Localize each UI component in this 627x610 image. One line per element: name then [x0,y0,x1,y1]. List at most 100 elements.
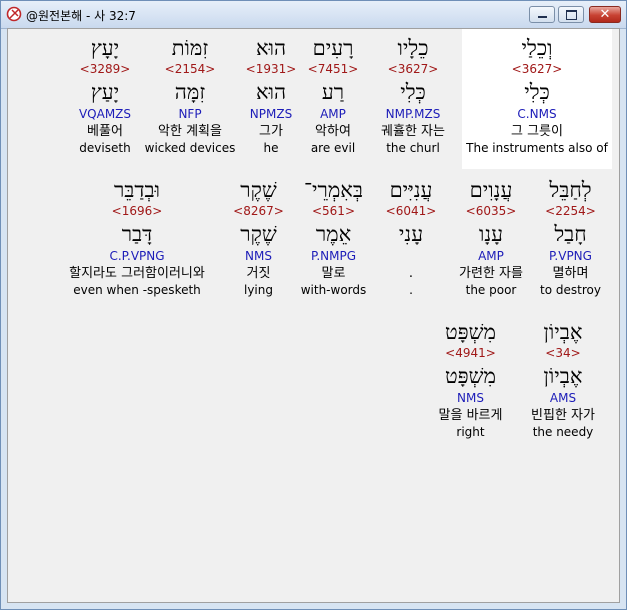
strong-number[interactable]: <8267> [226,204,291,218]
hebrew-lemma: כְּלִי [400,80,426,104]
morphology-code: NPMZS [249,107,293,121]
hebrew-lemma: כְּלִי [524,80,550,104]
strong-number[interactable]: <6035> [446,204,536,218]
english-gloss: the churl [386,141,440,155]
hebrew-word: מִשְׁפָּט [444,320,496,344]
minimize-button[interactable] [529,6,555,23]
english-gloss: the poor [465,283,517,297]
morphology-code: AMS [549,391,577,405]
strong-number[interactable]: <6041> [376,204,446,218]
hebrew-lemma: עָנִי [398,222,424,246]
strong-number[interactable]: <3289> [70,62,140,76]
word-column[interactable]: עֲנָוִים <6035> עָנָו AMP 가련한 자를 the poo… [446,177,536,298]
hebrew-word: לְחַבֵּל [549,178,592,202]
morphology-code [376,249,446,265]
korean-gloss: 베풀어 [87,124,123,139]
strong-number[interactable]: <2254> [533,204,608,218]
hebrew-lemma: זִמָּה [174,80,206,104]
morphology-code: P.NMPG [310,249,357,263]
korean-gloss: 악한 계획을 [158,124,222,139]
english-gloss: even when -spesketh [73,283,201,297]
hebrew-lemma: אֵמֶר [315,222,352,246]
hebrew-lemma: רַע [321,80,345,104]
morphology-code: AMP [478,249,504,263]
strong-number[interactable]: <4941> [423,346,518,360]
word-column[interactable]: רָעִים <7451> רַע AMP 악하여 are evil [298,35,368,156]
morphology-code: C.NMS [517,107,557,121]
hebrew-lemma: יָעַץ [90,80,120,104]
hebrew-lemma: דָּבַר [121,222,153,246]
hebrew-lemma: שֶׁקֶר [240,222,277,246]
morphology-code: NMS [457,391,484,405]
hebrew-lemma: עָנָו [478,222,504,246]
english-gloss: the needy [532,425,594,439]
english-gloss: lying [244,283,273,297]
strong-number[interactable]: <1931> [236,62,306,76]
word-column[interactable]: לְחַבֵּל <2254> חָבַל P.VPNG 멸하며 to dest… [533,177,608,298]
maximize-button[interactable] [558,6,584,23]
strong-number[interactable]: <1696> [48,204,226,218]
interlinear-view: וְכֵלַי <3627> כְּלִי C.NMS 그 그릇이 The in… [7,28,620,603]
hebrew-word: בְּאִמְרֵי־ [303,178,364,202]
strong-number[interactable]: <3627> [462,62,612,76]
hebrew-lemma: אֶבְיוֹן [543,364,583,388]
strong-number[interactable]: <3627> [368,62,458,76]
hebrew-lemma: מִשְׁפָּט [444,364,496,388]
app-window: @원전본해 - 사 32:7 ✕ וְכֵלַי <3627> כְּלִי C… [0,0,627,610]
hebrew-word: יָעָץ [90,36,120,60]
english-gloss: wicked devices [144,141,236,155]
word-column[interactable]: זִמּוֹת <2154> זִמָּה NFP 악한 계획을 wicked … [140,35,240,156]
hebrew-word: רָעִים [312,36,354,60]
hebrew-word: אֶבְיוֹן [543,320,583,344]
korean-gloss: 할지라도 그러함이러니와 [69,266,205,281]
title-bar[interactable]: @원전본해 - 사 32:7 ✕ [1,1,626,29]
word-column[interactable]: כֵלָיו <3627> כְּלִי NMP.MZS 궤휼한 자는 the … [368,35,458,156]
morphology-code: VQAMZS [78,107,132,121]
hebrew-word: וְכֵלַי [521,36,553,60]
english-gloss: are evil [310,141,356,155]
strong-number[interactable]: <2154> [140,62,240,76]
hebrew-word: הוּא [255,36,287,60]
english-gloss: deviseth [79,141,131,155]
korean-gloss: 말을 바르게 [438,408,503,423]
hebrew-word: זִמּוֹת [171,36,209,60]
hebrew-word: שֶׁקֶר [240,178,277,202]
morphology-code: C.P.VPNG [109,249,165,263]
strong-number[interactable]: <34> [518,346,608,360]
english-gloss: to destroy [540,283,601,297]
korean-gloss: 궤휼한 자는 [381,124,445,139]
close-button[interactable]: ✕ [589,6,621,23]
morphology-code: AMP [320,107,346,121]
korean-gloss: 악하여 [315,124,351,139]
morphology-code: P.VPNG [549,249,592,263]
hebrew-lemma: חָבַל [554,222,587,246]
korean-gloss: 그가 [259,124,283,139]
english-gloss: . [409,283,413,297]
morphology-code: NMP.MZS [385,107,441,121]
korean-gloss: 거짓 [246,266,271,281]
strong-number[interactable]: <7451> [298,62,368,76]
korean-gloss: 가련한 자를 [459,266,523,281]
hebrew-word: עֲנָוִים [469,178,513,202]
morphology-code: NMS [245,249,272,263]
english-gloss: right [456,425,485,439]
app-logo-icon [6,6,22,22]
word-column[interactable]: וּבְדַבֵּר <1696> דָּבַר C.P.VPNG 할지라도 그… [48,177,226,298]
word-column[interactable]: יָעָץ <3289> יָעַץ VQAMZS 베풀어 deviseth [70,35,140,156]
word-column[interactable]: וְכֵלַי <3627> כְּלִי C.NMS 그 그릇이 The in… [462,29,612,169]
korean-gloss: 말로 [321,266,346,281]
english-gloss: he [263,141,279,155]
word-column[interactable]: בְּאִמְרֵי־ <561> אֵמֶר P.NMPG 말로 with-w… [291,177,376,298]
word-column[interactable]: הוּא <1931> הוּא NPMZS 그가 he [236,35,306,156]
hebrew-word: עֲנִיִּים [389,178,433,202]
word-column[interactable]: עֲנִיִּים <6041> עָנִי . . [376,177,446,298]
english-gloss: with-words [300,283,367,297]
hebrew-lemma: הוּא [255,80,287,104]
word-column[interactable]: מִשְׁפָּט <4941> מִשְׁפָּט NMS 말을 바르게 ri… [423,319,518,440]
strong-number[interactable]: <561> [291,204,376,218]
word-column[interactable]: שֶׁקֶר <8267> שֶׁקֶר NMS 거짓 lying [226,177,291,298]
hebrew-word: וּבְדַבֵּר [113,178,161,202]
morphology-code: NFP [178,107,202,121]
word-column[interactable]: אֶבְיוֹן <34> אֶבְיוֹן AMS 빈핍한 자가 the ne… [518,319,608,440]
korean-gloss: 빈핍한 자가 [531,408,595,423]
